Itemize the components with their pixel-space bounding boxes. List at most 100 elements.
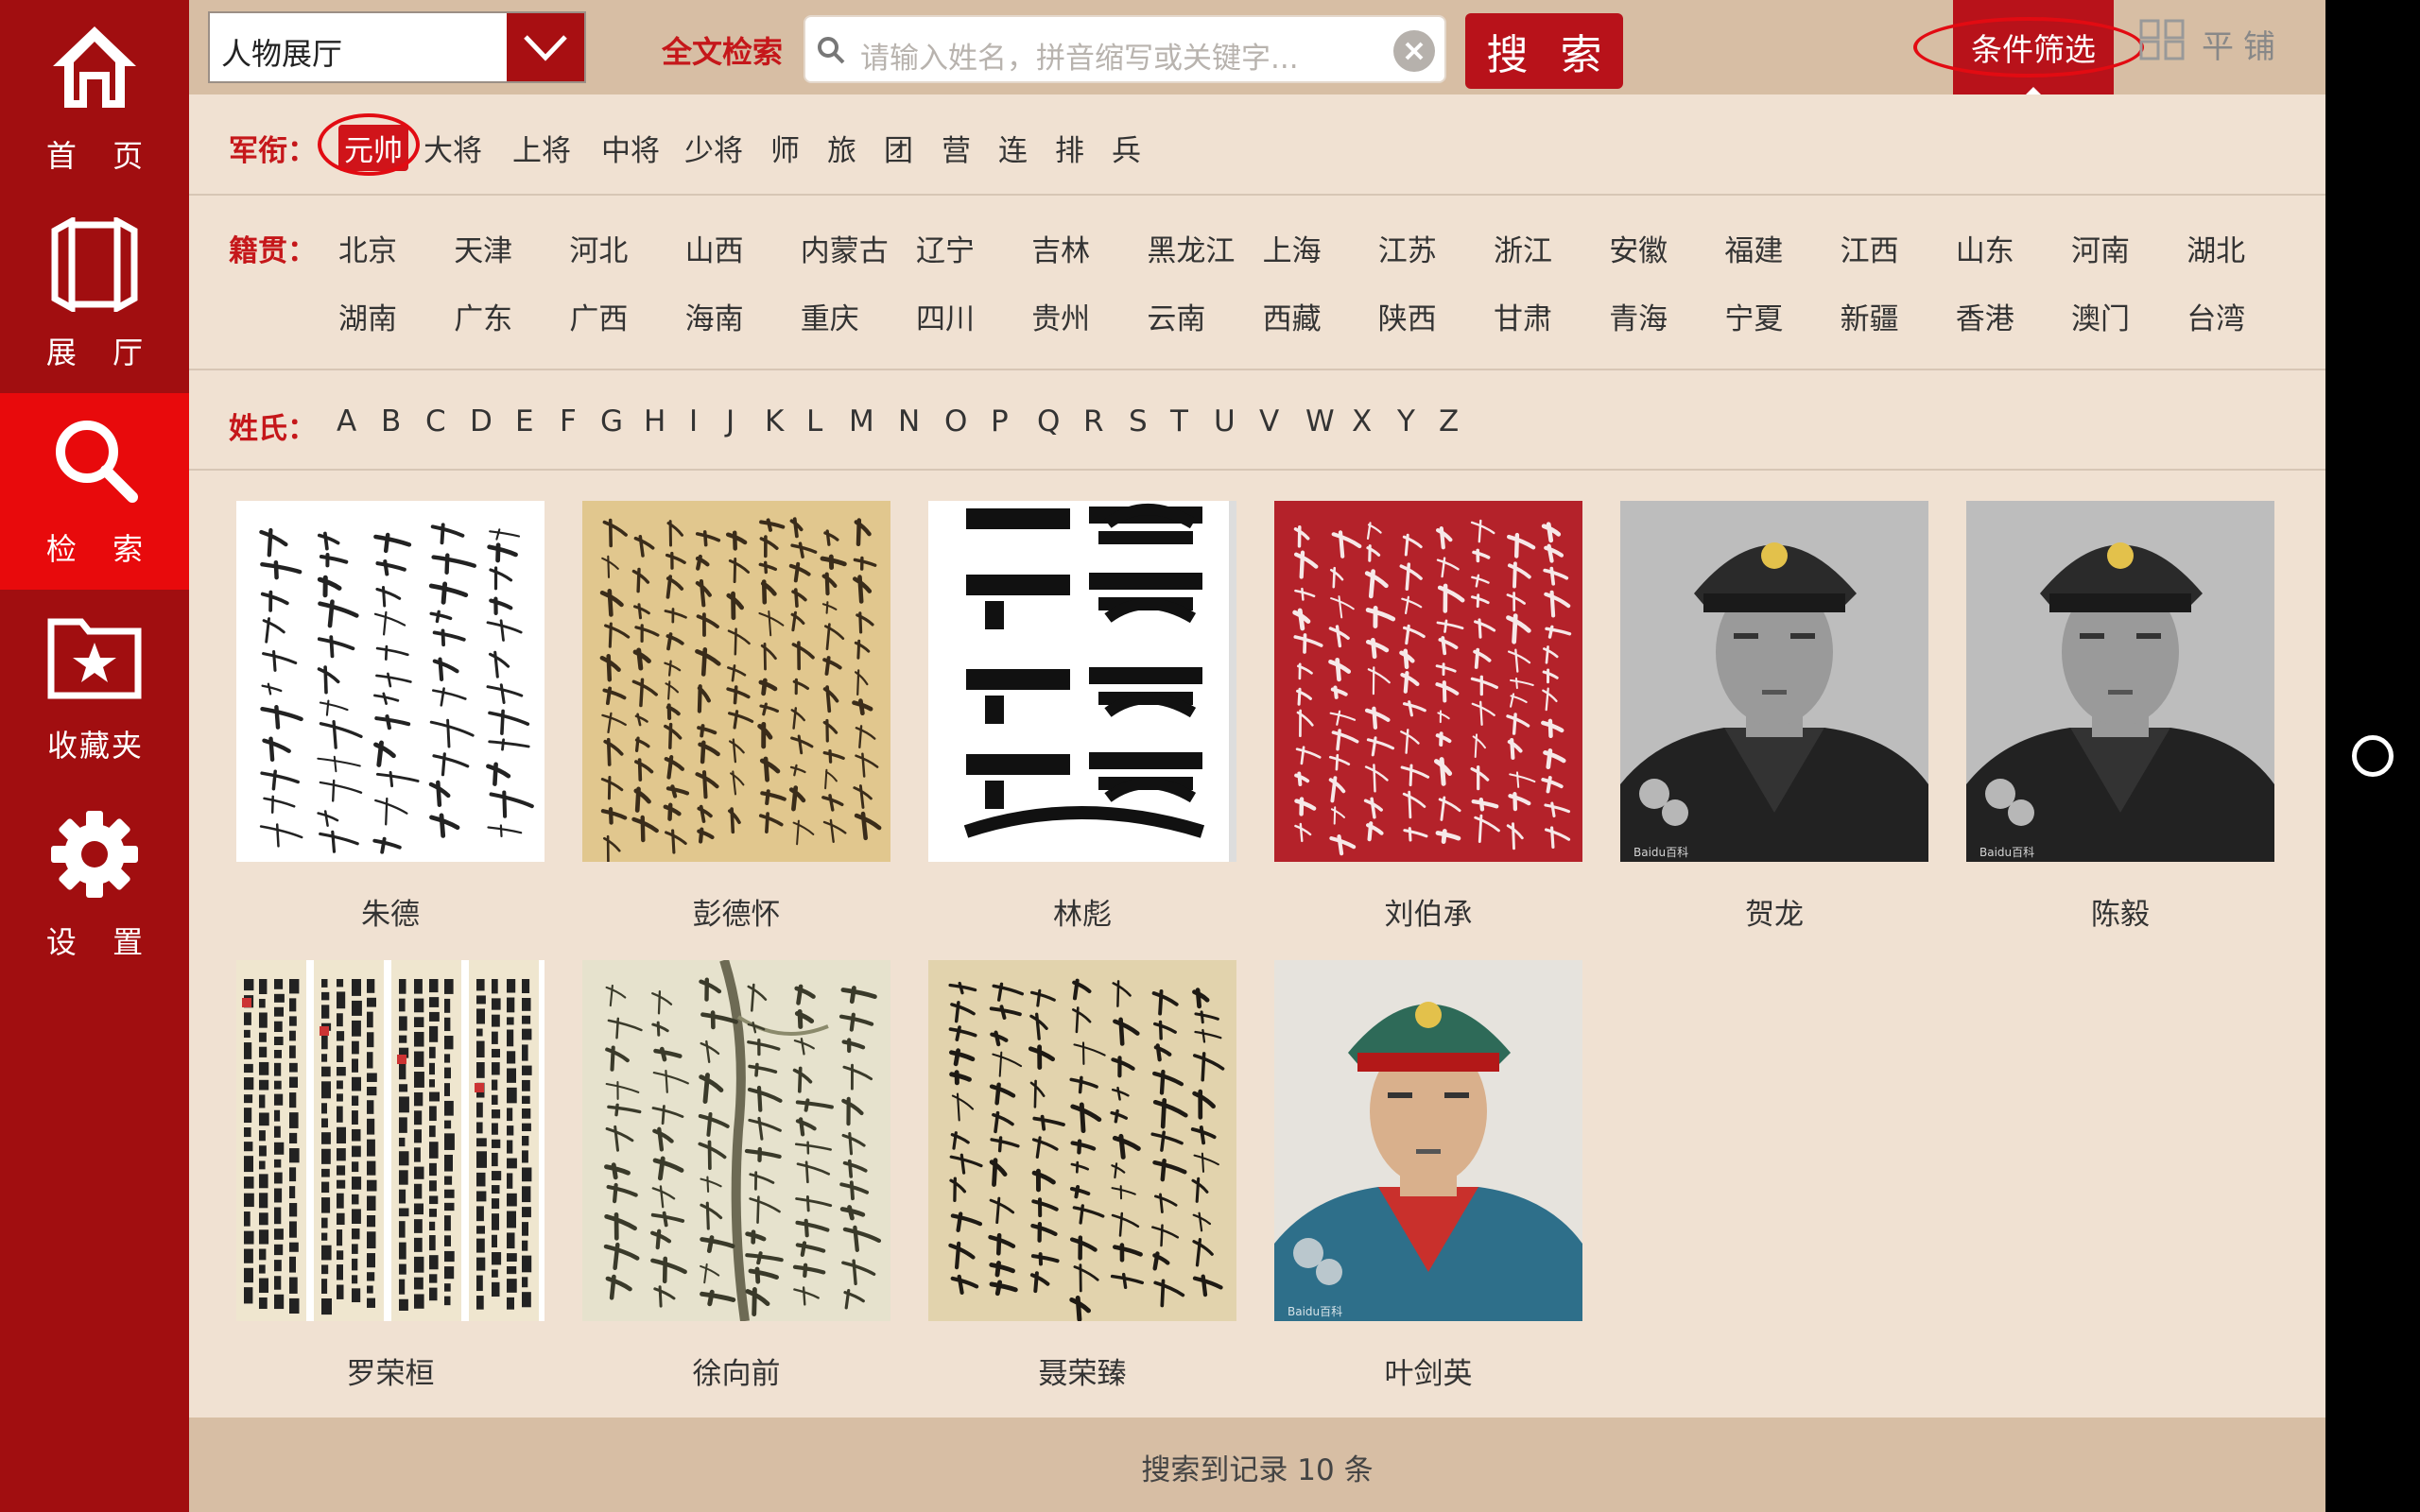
hometown-option[interactable]: 青海 — [1609, 295, 1668, 337]
result-name[interactable]: 彭德怀 — [582, 890, 890, 933]
result-card[interactable]: Baidu百科叶剑英 — [1274, 960, 1582, 1392]
result-thumbnail[interactable]: Baidu百科 — [1274, 960, 1582, 1321]
sidebar-item-search[interactable]: 检 索 — [0, 393, 189, 590]
result-card[interactable]: 彭德怀 — [582, 501, 890, 933]
result-card[interactable]: Baidu百科贺龙 — [1620, 501, 1928, 933]
hometown-option[interactable]: 新疆 — [1841, 295, 1899, 337]
hometown-option[interactable]: 广东 — [454, 295, 512, 337]
sidebar-item-settings[interactable]: 设 置 — [0, 786, 189, 983]
hometown-option[interactable]: 四川 — [916, 295, 975, 337]
surname-letter[interactable]: Z — [1439, 404, 1459, 438]
sidebar-item-favorites[interactable]: 收藏夹 — [0, 590, 189, 786]
result-thumbnail[interactable] — [1274, 501, 1582, 862]
search-button[interactable]: 搜 索 — [1465, 13, 1623, 89]
hometown-option[interactable]: 安徽 — [1609, 227, 1668, 269]
hometown-option[interactable]: 河南 — [2071, 227, 2130, 269]
result-name[interactable]: 陈毅 — [1966, 890, 2274, 933]
surname-letter[interactable]: Q — [1037, 404, 1060, 438]
hometown-option[interactable]: 福建 — [1724, 227, 1783, 269]
surname-letter[interactable]: V — [1259, 404, 1279, 438]
result-name[interactable]: 朱德 — [236, 890, 544, 933]
chevron-down-icon[interactable] — [507, 13, 584, 81]
search-input[interactable]: 请输入姓名，拼音缩写或关键字... — [804, 15, 1446, 83]
result-thumbnail[interactable] — [928, 960, 1236, 1321]
hometown-option[interactable]: 北京 — [338, 227, 397, 269]
rank-option[interactable]: 上将 — [512, 127, 571, 169]
hometown-option[interactable]: 贵州 — [1031, 295, 1090, 337]
hometown-option[interactable]: 陕西 — [1378, 295, 1437, 337]
hometown-option[interactable]: 湖北 — [2187, 227, 2245, 269]
hometown-option[interactable]: 天津 — [454, 227, 512, 269]
rank-option[interactable]: 少将 — [684, 127, 743, 169]
result-name[interactable]: 林彪 — [928, 890, 1236, 933]
surname-letter[interactable]: I — [689, 404, 698, 438]
hometown-option[interactable]: 河北 — [569, 227, 628, 269]
result-card[interactable]: 徐向前 — [582, 960, 890, 1392]
hometown-option[interactable]: 海南 — [685, 295, 744, 337]
hometown-option[interactable]: 云南 — [1147, 295, 1205, 337]
result-thumbnail[interactable] — [928, 501, 1236, 862]
hometown-option[interactable]: 黑龙江 — [1147, 227, 1235, 269]
result-card[interactable]: Baidu百科陈毅 — [1966, 501, 2274, 933]
hall-select[interactable]: 人物展厅 — [208, 11, 586, 83]
result-name[interactable]: 徐向前 — [582, 1349, 890, 1392]
result-name[interactable]: 聂荣臻 — [928, 1349, 1236, 1392]
surname-letter[interactable]: S — [1129, 404, 1148, 438]
surname-letter[interactable]: B — [381, 404, 401, 438]
result-thumbnail[interactable] — [582, 501, 890, 862]
result-card[interactable]: 聂荣臻 — [928, 960, 1236, 1392]
surname-letter[interactable]: A — [337, 404, 356, 438]
surname-letter[interactable]: P — [991, 404, 1009, 438]
surname-letter[interactable]: D — [470, 404, 493, 438]
surname-letter[interactable]: X — [1352, 404, 1372, 438]
result-name[interactable]: 叶剑英 — [1274, 1349, 1582, 1392]
result-card[interactable]: 刘伯承 — [1274, 501, 1582, 933]
surname-letter[interactable]: H — [644, 404, 666, 438]
result-card[interactable]: 朱德 — [236, 501, 544, 933]
result-name[interactable]: 贺龙 — [1620, 890, 1928, 933]
rank-option[interactable]: 中将 — [601, 127, 660, 169]
surname-letter[interactable]: W — [1305, 404, 1335, 438]
rank-option[interactable]: 连 — [998, 127, 1028, 169]
rank-option[interactable]: 师 — [770, 127, 800, 169]
result-card[interactable]: 罗荣桓 — [236, 960, 544, 1392]
surname-letter[interactable]: K — [765, 404, 784, 438]
hometown-option[interactable]: 辽宁 — [916, 227, 975, 269]
surname-letter[interactable]: G — [600, 404, 623, 438]
surname-letter[interactable]: J — [726, 404, 735, 438]
hometown-option[interactable]: 山西 — [685, 227, 744, 269]
hometown-option[interactable]: 澳门 — [2071, 295, 2130, 337]
hometown-option[interactable]: 山东 — [1956, 227, 2014, 269]
result-thumbnail[interactable]: Baidu百科 — [1620, 501, 1928, 862]
surname-letter[interactable]: E — [515, 404, 534, 438]
hometown-option[interactable]: 西藏 — [1263, 295, 1322, 337]
hometown-option[interactable]: 浙江 — [1494, 227, 1552, 269]
tile-view-button[interactable]: 平铺 — [2139, 19, 2285, 69]
result-name[interactable]: 罗荣桓 — [236, 1349, 544, 1392]
result-card[interactable]: 林彪 — [928, 501, 1236, 933]
result-thumbnail[interactable] — [236, 960, 544, 1321]
surname-letter[interactable]: F — [560, 404, 577, 438]
clear-icon[interactable] — [1393, 30, 1435, 72]
hometown-option[interactable]: 香港 — [1956, 295, 2014, 337]
result-thumbnail[interactable]: Baidu百科 — [1966, 501, 2274, 862]
rank-option[interactable]: 旅 — [827, 127, 856, 169]
surname-letter[interactable]: R — [1083, 404, 1104, 438]
system-home-button[interactable] — [2352, 735, 2394, 777]
result-thumbnail[interactable] — [236, 501, 544, 862]
rank-option[interactable]: 排 — [1055, 127, 1084, 169]
surname-letter[interactable]: Y — [1397, 404, 1415, 438]
hometown-option[interactable]: 江西 — [1841, 227, 1899, 269]
hometown-option[interactable]: 吉林 — [1031, 227, 1090, 269]
hometown-option[interactable]: 内蒙古 — [801, 227, 889, 269]
rank-option[interactable]: 大将 — [424, 127, 482, 169]
filter-button[interactable]: 条件筛选 — [1953, 0, 2114, 94]
surname-letter[interactable]: C — [425, 404, 446, 438]
hometown-option[interactable]: 江苏 — [1378, 227, 1437, 269]
hometown-option[interactable]: 湖南 — [338, 295, 397, 337]
surname-letter[interactable]: T — [1170, 404, 1188, 438]
hometown-option[interactable]: 重庆 — [801, 295, 859, 337]
surname-letter[interactable]: L — [806, 404, 822, 438]
rank-option[interactable]: 团 — [884, 127, 913, 169]
rank-option[interactable]: 兵 — [1112, 127, 1141, 169]
